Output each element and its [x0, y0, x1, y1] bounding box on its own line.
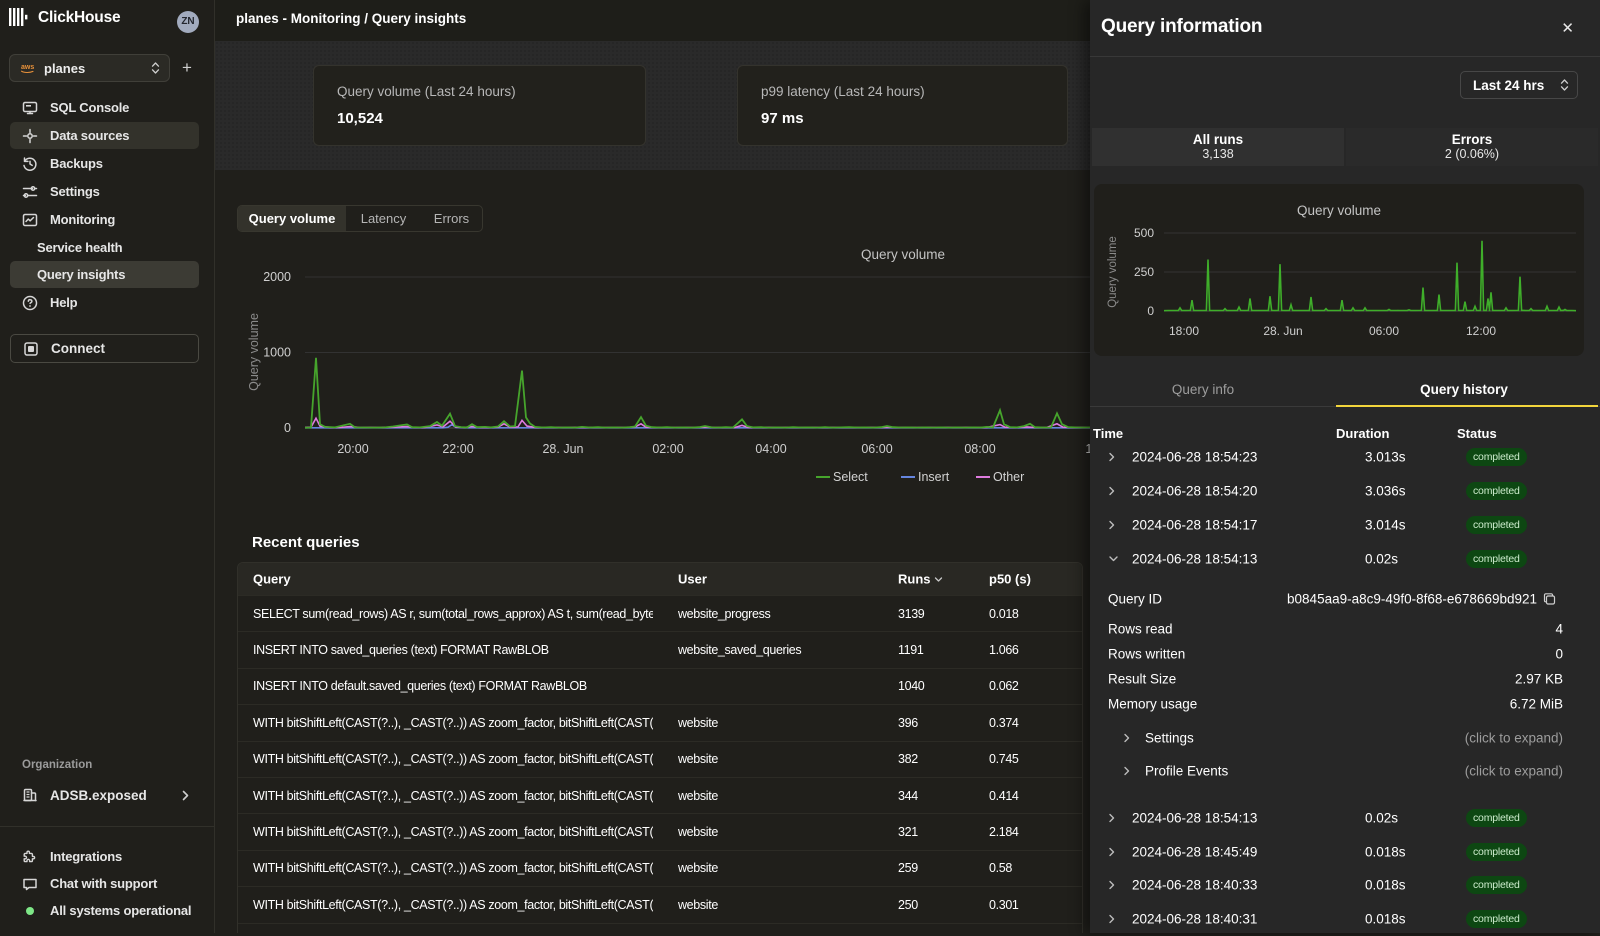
- svg-text:Query volume: Query volume: [247, 313, 261, 391]
- svg-text:12:00: 12:00: [1466, 324, 1496, 338]
- svg-text:Query volume: Query volume: [1297, 203, 1381, 218]
- svg-text:0: 0: [284, 421, 291, 435]
- svg-text:06:00: 06:00: [1369, 324, 1399, 338]
- svg-text:04:00: 04:00: [755, 442, 786, 456]
- svg-text:1000: 1000: [263, 346, 291, 360]
- svg-text:02:00: 02:00: [652, 442, 683, 456]
- svg-text:2000: 2000: [263, 270, 291, 284]
- svg-text:500: 500: [1134, 226, 1154, 240]
- svg-text:08:00: 08:00: [964, 442, 995, 456]
- svg-text:Query volume: Query volume: [1107, 236, 1119, 308]
- svg-text:22:00: 22:00: [442, 442, 473, 456]
- svg-text:28. Jun: 28. Jun: [542, 442, 583, 456]
- svg-text:20:00: 20:00: [337, 442, 368, 456]
- svg-text:aws: aws: [21, 64, 34, 71]
- svg-text:0: 0: [1147, 304, 1154, 318]
- svg-text:250: 250: [1134, 265, 1154, 279]
- svg-text:06:00: 06:00: [861, 442, 892, 456]
- svg-text:Other: Other: [993, 470, 1024, 484]
- svg-text:Select: Select: [833, 470, 868, 484]
- svg-text:Insert: Insert: [918, 470, 950, 484]
- svg-text:Query volume: Query volume: [861, 247, 945, 262]
- svg-text:28. Jun: 28. Jun: [1263, 324, 1302, 338]
- svg-text:18:00: 18:00: [1169, 324, 1199, 338]
